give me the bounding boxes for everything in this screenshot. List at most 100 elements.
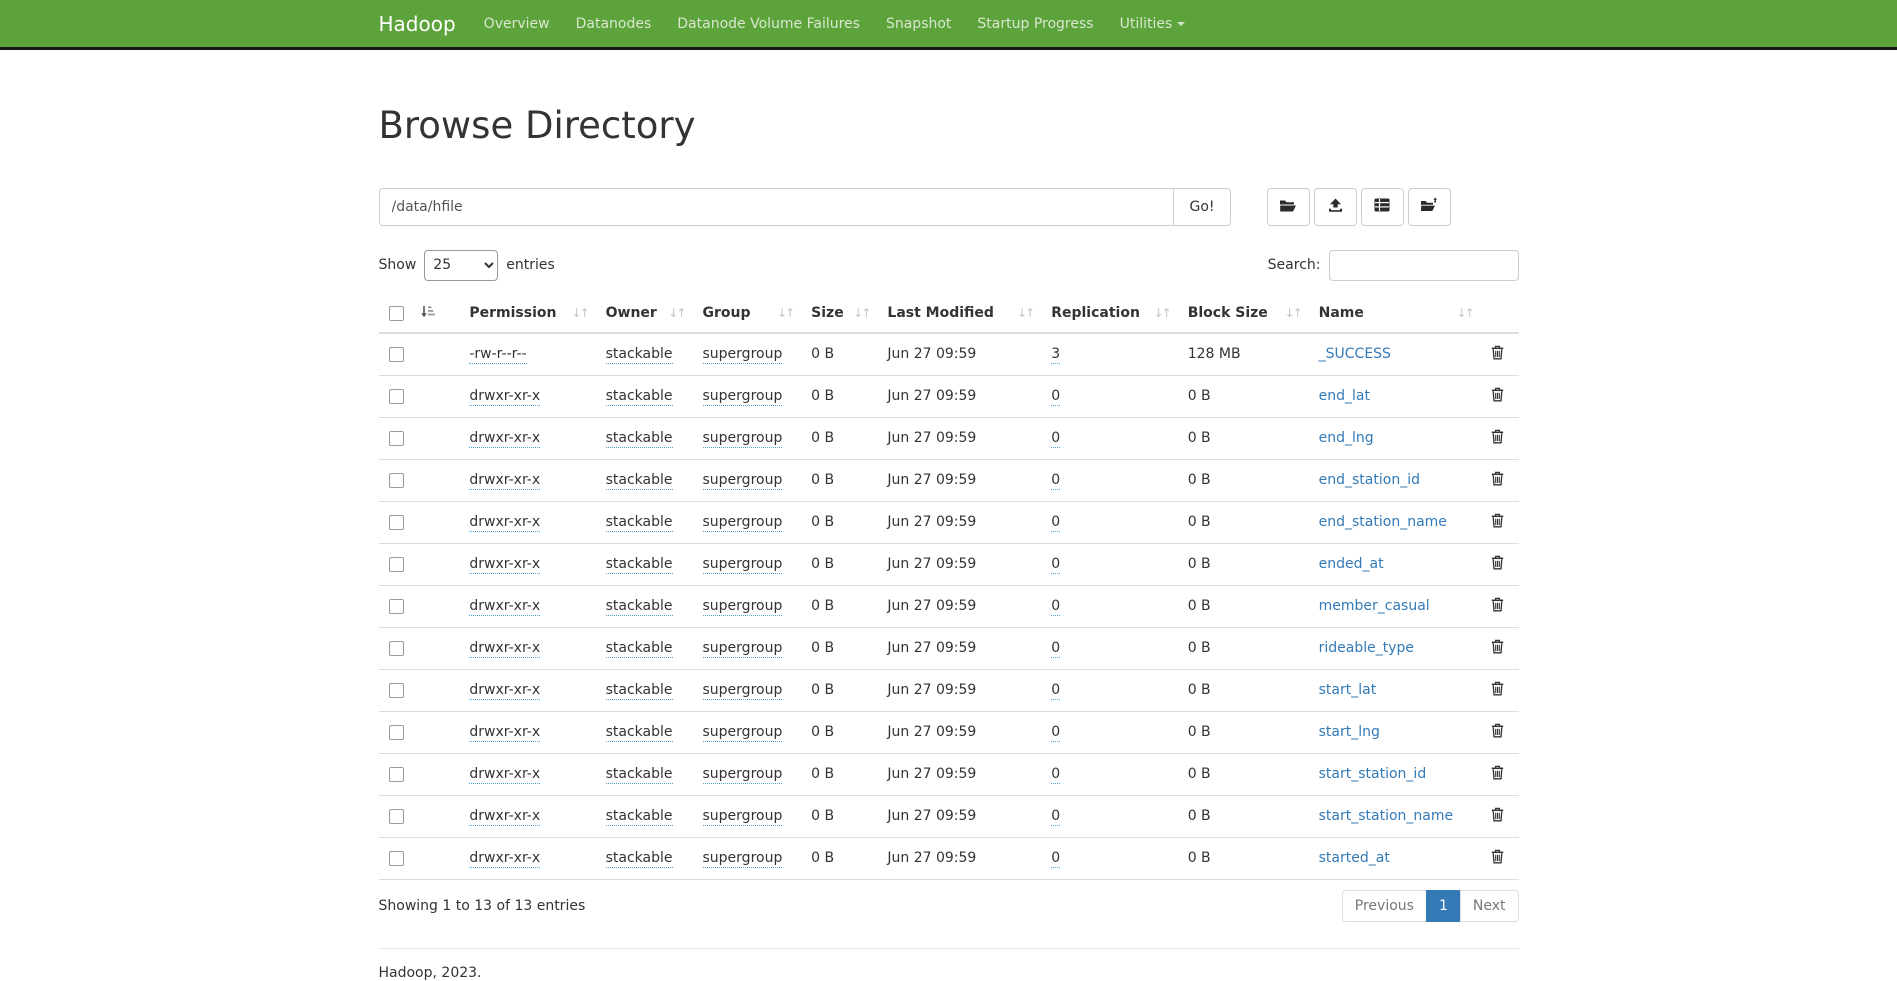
row-checkbox[interactable] [389, 389, 404, 404]
pagination-page-1[interactable]: 1 [1426, 890, 1461, 922]
create-directory-button[interactable] [1267, 188, 1310, 226]
replication-value[interactable]: 0 [1051, 766, 1060, 784]
delete-file-button[interactable] [1491, 555, 1504, 570]
file-name-link[interactable]: start_lng [1319, 724, 1380, 740]
group-value[interactable]: supergroup [703, 388, 783, 406]
delete-file-button[interactable] [1491, 345, 1504, 360]
replication-value[interactable]: 0 [1051, 682, 1060, 700]
group-value[interactable]: supergroup [703, 514, 783, 532]
group-value[interactable]: supergroup [703, 640, 783, 658]
upload-files-button[interactable] [1314, 188, 1357, 226]
nav-startup-progress[interactable]: Startup Progress [964, 1, 1106, 47]
row-checkbox[interactable] [389, 767, 404, 782]
file-name-link[interactable]: start_lat [1319, 682, 1377, 698]
file-name-link[interactable]: end_station_id [1319, 472, 1420, 488]
owner-value[interactable]: stackable [606, 472, 673, 490]
permission-value[interactable]: drwxr-xr-x [469, 724, 540, 742]
delete-file-button[interactable] [1491, 639, 1504, 654]
group-value[interactable]: supergroup [703, 430, 783, 448]
delete-file-button[interactable] [1491, 807, 1504, 822]
file-name-link[interactable]: end_station_name [1319, 514, 1447, 530]
group-value[interactable]: supergroup [703, 682, 783, 700]
nav-datanodes[interactable]: Datanodes [563, 1, 665, 47]
delete-file-button[interactable] [1491, 849, 1504, 864]
col-header-group[interactable]: Group↓↑ [695, 295, 804, 333]
select-all-checkbox[interactable] [389, 306, 404, 321]
file-name-link[interactable]: ended_at [1319, 556, 1384, 572]
nav-overview[interactable]: Overview [471, 1, 563, 47]
delete-file-button[interactable] [1491, 765, 1504, 780]
directory-path-input[interactable] [379, 188, 1175, 226]
select-all-header[interactable] [379, 295, 462, 333]
group-value[interactable]: supergroup [703, 850, 783, 868]
row-checkbox[interactable] [389, 431, 404, 446]
replication-value[interactable]: 3 [1051, 346, 1060, 364]
nav-snapshot[interactable]: Snapshot [873, 1, 964, 47]
delete-file-button[interactable] [1491, 681, 1504, 696]
pagination-previous[interactable]: Previous [1342, 890, 1427, 922]
file-name-link[interactable]: rideable_type [1319, 640, 1414, 656]
col-header-last-modified[interactable]: Last Modified↓↑ [879, 295, 1043, 333]
delete-file-button[interactable] [1491, 597, 1504, 612]
permission-value[interactable]: drwxr-xr-x [469, 598, 540, 616]
col-header-size[interactable]: Size↓↑ [803, 295, 879, 333]
file-name-link[interactable]: start_station_name [1319, 808, 1454, 824]
group-value[interactable]: supergroup [703, 472, 783, 490]
delete-file-button[interactable] [1491, 723, 1504, 738]
col-header-block-size[interactable]: Block Size↓↑ [1180, 295, 1311, 333]
replication-value[interactable]: 0 [1051, 850, 1060, 868]
permission-value[interactable]: drwxr-xr-x [469, 766, 540, 784]
col-header-permission[interactable]: Permission↓↑ [461, 295, 597, 333]
row-checkbox[interactable] [389, 809, 404, 824]
permission-value[interactable]: drwxr-xr-x [469, 430, 540, 448]
file-name-link[interactable]: _SUCCESS [1319, 346, 1391, 362]
search-input[interactable] [1329, 250, 1519, 281]
file-name-link[interactable]: started_at [1319, 850, 1390, 866]
owner-value[interactable]: stackable [606, 556, 673, 574]
permission-value[interactable]: drwxr-xr-x [469, 682, 540, 700]
replication-value[interactable]: 0 [1051, 388, 1060, 406]
permission-value[interactable]: drwxr-xr-x [469, 472, 540, 490]
owner-value[interactable]: stackable [606, 682, 673, 700]
replication-value[interactable]: 0 [1051, 640, 1060, 658]
group-value[interactable]: supergroup [703, 808, 783, 826]
replication-value[interactable]: 0 [1051, 598, 1060, 616]
replication-value[interactable]: 0 [1051, 556, 1060, 574]
permission-value[interactable]: -rw-r--r-- [469, 346, 526, 364]
replication-value[interactable]: 0 [1051, 808, 1060, 826]
delete-file-button[interactable] [1491, 513, 1504, 528]
row-checkbox[interactable] [389, 599, 404, 614]
delete-file-button[interactable] [1491, 387, 1504, 402]
row-checkbox[interactable] [389, 557, 404, 572]
col-header-replication[interactable]: Replication↓↑ [1043, 295, 1180, 333]
col-header-name[interactable]: Name↓↑ [1311, 295, 1483, 333]
file-name-link[interactable]: end_lng [1319, 430, 1374, 446]
replication-value[interactable]: 0 [1051, 514, 1060, 532]
paste-button[interactable] [1408, 188, 1451, 226]
row-checkbox[interactable] [389, 347, 404, 362]
replication-value[interactable]: 0 [1051, 472, 1060, 490]
row-checkbox[interactable] [389, 851, 404, 866]
delete-file-button[interactable] [1491, 429, 1504, 444]
owner-value[interactable]: stackable [606, 598, 673, 616]
owner-value[interactable]: stackable [606, 346, 673, 364]
owner-value[interactable]: stackable [606, 724, 673, 742]
group-value[interactable]: supergroup [703, 346, 783, 364]
file-name-link[interactable]: end_lat [1319, 388, 1370, 404]
permission-value[interactable]: drwxr-xr-x [469, 808, 540, 826]
page-size-select[interactable]: 25 [424, 250, 498, 281]
permission-value[interactable]: drwxr-xr-x [469, 640, 540, 658]
row-checkbox[interactable] [389, 683, 404, 698]
replication-value[interactable]: 0 [1051, 724, 1060, 742]
group-value[interactable]: supergroup [703, 766, 783, 784]
permission-value[interactable]: drwxr-xr-x [469, 388, 540, 406]
file-name-link[interactable]: start_station_id [1319, 766, 1427, 782]
row-checkbox[interactable] [389, 725, 404, 740]
permission-value[interactable]: drwxr-xr-x [469, 850, 540, 868]
file-name-link[interactable]: member_casual [1319, 598, 1430, 614]
owner-value[interactable]: stackable [606, 766, 673, 784]
group-value[interactable]: supergroup [703, 556, 783, 574]
owner-value[interactable]: stackable [606, 430, 673, 448]
permission-value[interactable]: drwxr-xr-x [469, 556, 540, 574]
delete-file-button[interactable] [1491, 471, 1504, 486]
